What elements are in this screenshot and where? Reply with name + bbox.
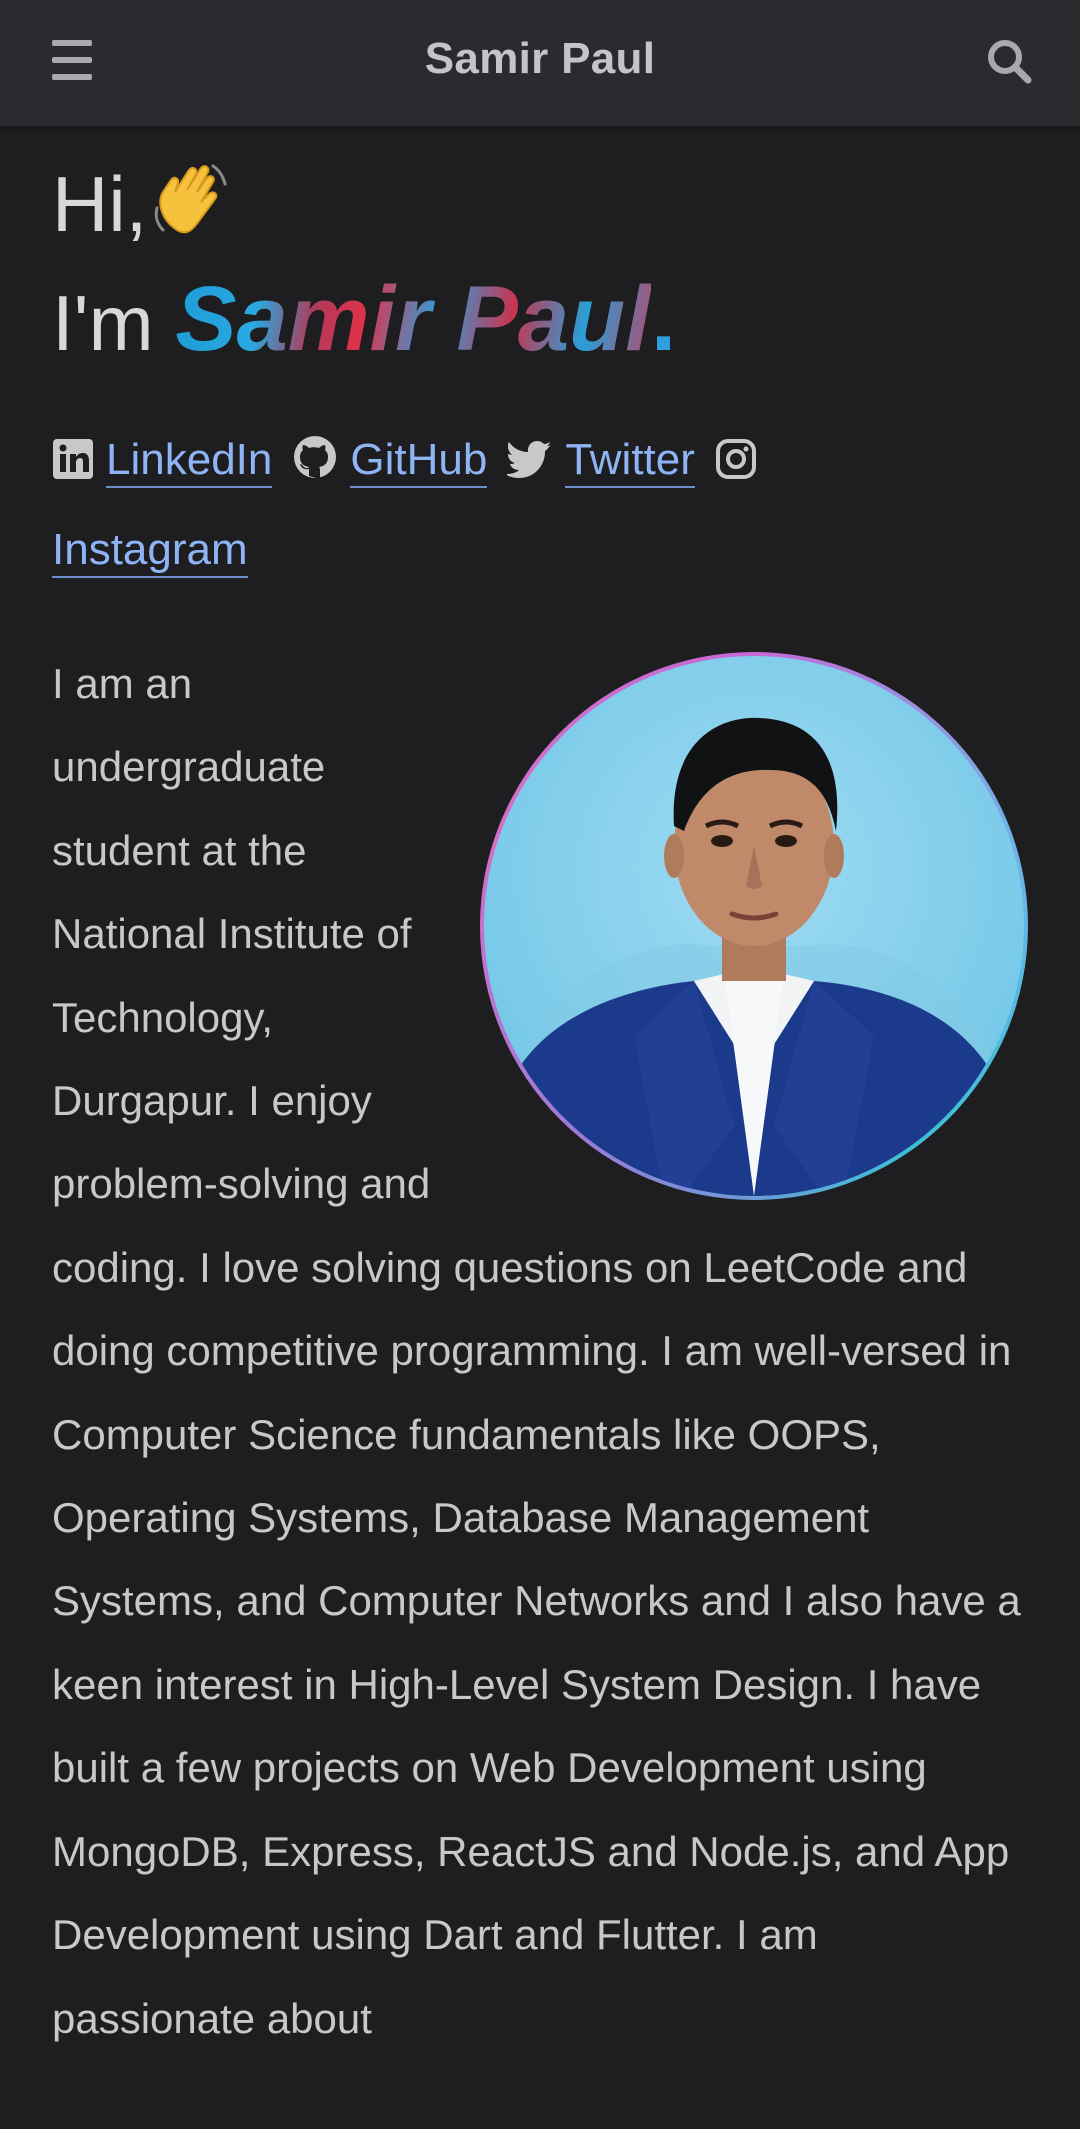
- github-icon: [292, 424, 338, 508]
- intro-line: I'm Samir Paul.: [52, 260, 1028, 378]
- hero-name-dot: .: [650, 268, 677, 370]
- top-bar: Samir Paul: [0, 0, 1080, 126]
- social-links: LinkedIn GitHub Twitter Instagram: [52, 418, 1028, 592]
- hero-name: Samir Paul: [175, 268, 651, 370]
- linkedin-link[interactable]: LinkedIn: [106, 435, 273, 488]
- intro-text: I'm: [52, 279, 154, 367]
- greeting-line: Hi,: [52, 148, 1028, 260]
- search-icon[interactable]: [986, 38, 1032, 84]
- profile-photo-image: [484, 656, 1024, 1196]
- waving-hand-icon: [147, 158, 233, 273]
- profile-photo: [480, 652, 1028, 1200]
- main-content: Hi, I'm Samir Paul. LinkedIn GitHub Twit…: [52, 126, 1028, 2060]
- twitter-icon: [505, 424, 553, 508]
- instagram-icon: [715, 424, 757, 508]
- greeting-text: Hi,: [52, 160, 148, 248]
- instagram-link[interactable]: Instagram: [52, 525, 248, 578]
- github-link[interactable]: GitHub: [350, 435, 488, 488]
- twitter-link[interactable]: Twitter: [565, 435, 695, 488]
- linkedin-icon: [52, 424, 94, 508]
- about-section: I am an undergraduate student at the Nat…: [52, 642, 1028, 2060]
- site-title[interactable]: Samir Paul: [0, 34, 1080, 84]
